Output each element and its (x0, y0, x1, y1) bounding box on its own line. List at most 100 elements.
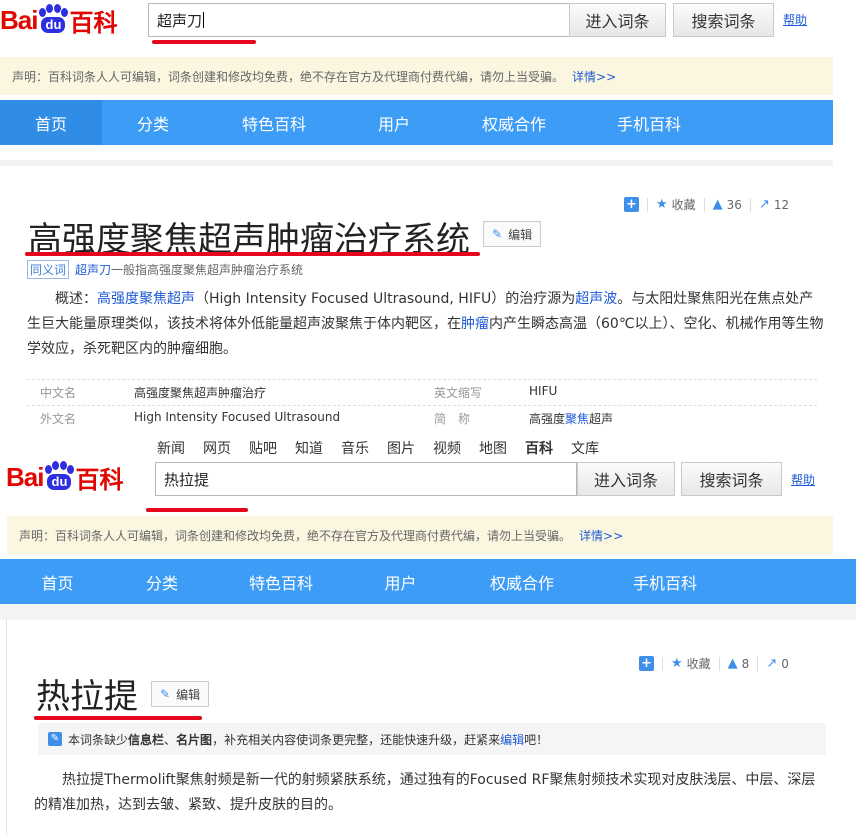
entry-actions: + ★ 收藏 ▲ 36 ↗ 12 (624, 196, 789, 213)
topnav-wenku[interactable]: 文库 (571, 438, 599, 458)
add-icon[interactable]: + (624, 197, 639, 212)
red-underline-title (25, 252, 480, 256)
share-icon: ↗ (766, 656, 778, 671)
nav-featured[interactable]: 特色百科 (204, 100, 344, 145)
topnav-news[interactable]: 新闻 (157, 438, 185, 458)
search-entry-button[interactable]: 搜索词条 (673, 3, 774, 37)
topnav-video[interactable]: 视频 (433, 438, 461, 458)
info-label-foreign: 外文名 (40, 412, 77, 426)
info-divider (27, 379, 817, 380)
notice-more-link[interactable]: 详情>> (579, 527, 623, 544)
tip-text: 本词条缺少 (68, 732, 129, 747)
collect-button[interactable]: 收藏 (672, 196, 696, 213)
notice-bar: 声明：百科词条人人可编辑，词条创建和修改均免费，绝不存在官方及代理商付费代编，请… (0, 57, 833, 95)
notice-text: 声明：百科词条人人可编辑，词条创建和修改均免费，绝不存在官方及代理商付费代编，请… (12, 69, 565, 84)
search-entry-button[interactable]: 搜索词条 (681, 462, 782, 496)
summary-link-hifu[interactable]: 高强度聚焦超声 (97, 291, 195, 307)
info-short-link[interactable]: 聚焦 (565, 412, 589, 426)
summary-paragraph: 概述：高强度聚焦超声（High Intensity Focused Ultras… (27, 287, 827, 362)
synonym-text: 一般指高强度聚焦超声肿瘤治疗系统 (111, 263, 304, 277)
search-value: 热拉提 (164, 470, 210, 489)
nav-category[interactable]: 分类 (102, 100, 204, 145)
search-input[interactable]: 超声刀 (148, 3, 570, 37)
info-value-cn: 高强度聚焦超声肿瘤治疗 (134, 386, 267, 400)
share-count[interactable]: 0 (781, 657, 789, 671)
baidu-baike-logo[interactable]: Bai du 百科 (0, 3, 117, 37)
topnav-map[interactable]: 地图 (479, 438, 507, 458)
info-label-abbr: 英文缩写 (434, 386, 483, 400)
notice-more-link[interactable]: 详情>> (572, 68, 616, 85)
top-product-nav: 新闻 网页 贴吧 知道 音乐 图片 视频 地图 百科 文库 (157, 438, 617, 458)
star-icon: ★ (656, 197, 668, 212)
tip-cardimage: 名片图 (176, 732, 213, 747)
search-value: 超声刀 (157, 11, 203, 30)
topnav-web[interactable]: 网页 (203, 438, 231, 458)
nav-authority[interactable]: 权威合作 (444, 100, 584, 145)
pencil-icon: ✎ (492, 227, 503, 241)
info-value-short: 高强度聚焦超声 (529, 410, 613, 427)
edit-button[interactable]: ✎ 编辑 (151, 681, 210, 707)
section-divider (0, 604, 856, 620)
summary-link-ultrasound[interactable]: 超声波 (575, 291, 617, 307)
like-count[interactable]: 8 (742, 657, 750, 671)
tip-text: 吧！ (524, 732, 549, 747)
tip-text: 、 (164, 732, 177, 747)
enter-entry-button[interactable]: 进入词条 (577, 462, 675, 496)
logo-du: du (47, 474, 72, 490)
thumbs-up-icon: ▲ (727, 656, 738, 671)
info-label-cn: 中文名 (40, 386, 77, 400)
main-nav: 首页 分类 特色百科 用户 权威合作 手机百科 (0, 559, 856, 604)
info-label-short: 简 称 (434, 412, 471, 426)
red-underline-title (34, 716, 202, 720)
nav-featured[interactable]: 特色百科 (209, 559, 353, 604)
info-short-text: 超声 (589, 412, 614, 426)
info-table: 中文名 高强度聚焦超声肿瘤治疗 英文缩写 HIFU 外文名 High Inten… (0, 384, 856, 432)
collect-button[interactable]: 收藏 (687, 655, 711, 672)
share-icon: ↗ (758, 197, 770, 212)
search-input[interactable]: 热拉提 (155, 462, 577, 496)
tip-infobox: 信息栏 (128, 732, 165, 747)
tip-text: ，补充相关内容使词条更完整，还能快速升级，赶紧来 (212, 732, 501, 747)
share-count[interactable]: 12 (774, 198, 789, 212)
edit-label: 编辑 (176, 687, 201, 702)
paw-icon: du (38, 4, 69, 34)
content-border (6, 620, 7, 835)
summary-text: （High Intensity Focused Ultrasound, HIFU… (195, 291, 576, 307)
topnav-baike[interactable]: 百科 (525, 438, 553, 458)
synonym-line: 同义词 超声刀 一般指高强度聚焦超声肿瘤治疗系统 (27, 260, 303, 279)
topnav-tieba[interactable]: 贴吧 (249, 438, 277, 458)
red-underline (152, 40, 256, 44)
nav-users[interactable]: 用户 (353, 559, 448, 604)
add-icon[interactable]: + (639, 656, 654, 671)
nav-users[interactable]: 用户 (344, 100, 444, 145)
nav-home[interactable]: 首页 (0, 100, 102, 145)
synonym-link[interactable]: 超声刀 (75, 261, 111, 278)
topnav-zhidao[interactable]: 知道 (295, 438, 323, 458)
baidu-baike-logo[interactable]: Bai du 百科 (6, 458, 123, 496)
nav-category[interactable]: 分类 (115, 559, 209, 604)
page-title: 热拉提 (36, 677, 138, 717)
summary-paragraph: 热拉提Thermolift聚焦射频是新一代的射频紧肤系统，通过独有的Focuse… (34, 772, 816, 813)
info-divider (27, 405, 817, 406)
summary-link-tumor[interactable]: 肿瘤 (461, 316, 489, 332)
logo-baike: 百科 (75, 465, 124, 494)
enter-entry-button[interactable]: 进入词条 (569, 3, 666, 37)
info-value-abbr: HIFU (529, 384, 558, 398)
nav-mobile[interactable]: 手机百科 (596, 559, 734, 604)
topnav-music[interactable]: 音乐 (341, 438, 369, 458)
nav-authority[interactable]: 权威合作 (448, 559, 596, 604)
pencil-icon: ✎ (160, 687, 171, 701)
help-link[interactable]: 帮助 (783, 11, 807, 28)
tip-edit-link[interactable]: 编辑 (500, 731, 524, 748)
edit-button[interactable]: ✎ 编辑 (483, 221, 542, 247)
notice-bar: 声明：百科词条人人可编辑，词条创建和修改均免费，绝不存在官方及代理商付费代编，请… (7, 516, 833, 554)
summary-text: 概述： (55, 291, 97, 307)
synonym-tag[interactable]: 同义词 (27, 260, 70, 279)
nav-mobile[interactable]: 手机百科 (584, 100, 714, 145)
red-underline (146, 508, 248, 512)
nav-home[interactable]: 首页 (0, 559, 115, 604)
topnav-images[interactable]: 图片 (387, 438, 415, 458)
entry-actions: + ★ 收藏 ▲ 8 ↗ 0 (639, 655, 789, 672)
like-count[interactable]: 36 (727, 198, 742, 212)
help-link[interactable]: 帮助 (791, 471, 815, 488)
